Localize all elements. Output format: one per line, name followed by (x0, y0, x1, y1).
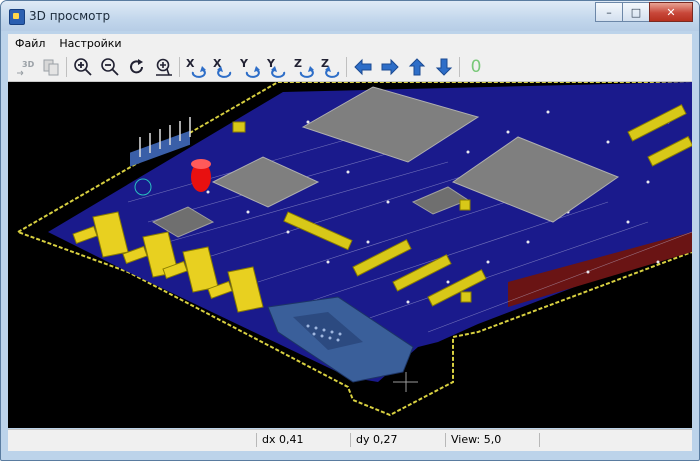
window-controls: – □ ✕ (595, 2, 693, 22)
svg-text:Y: Y (239, 57, 249, 70)
svg-text:Z: Z (294, 57, 302, 70)
title-bar[interactable]: 3D просмотр – □ ✕ (1, 1, 699, 31)
origin-crosshair (393, 372, 418, 392)
toolbar-separator (66, 56, 67, 77)
status-dx: dx 0,41 (256, 433, 303, 447)
copy-icon[interactable] (40, 56, 62, 78)
rotate-x-neg-icon[interactable]: X (212, 56, 234, 78)
maximize-button[interactable]: □ (622, 2, 650, 22)
rotate-z-neg-icon[interactable]: Z (320, 56, 342, 78)
svg-text:X: X (186, 57, 195, 70)
status-divider (539, 433, 545, 447)
rotate-z-pos-icon[interactable]: Z (293, 56, 315, 78)
rotate-y-neg-icon[interactable]: Y (266, 56, 288, 78)
pan-right-icon[interactable] (379, 56, 401, 78)
toolbar-separator (459, 56, 460, 77)
menu-bar: Файл Настройки (8, 34, 692, 52)
pan-up-icon[interactable] (406, 56, 428, 78)
zoom-in-icon[interactable] (72, 56, 94, 78)
3d-viewport[interactable] (8, 82, 692, 428)
minimize-button[interactable]: – (595, 2, 623, 22)
window-title: 3D просмотр (29, 9, 111, 23)
zoom-fit-icon[interactable] (153, 56, 175, 78)
status-view: View: 5,0 (445, 433, 501, 447)
redraw-icon[interactable] (126, 56, 148, 78)
status-dy: dy 0,27 (350, 433, 397, 447)
menu-file[interactable]: Файл (8, 37, 52, 50)
pan-left-icon[interactable] (352, 56, 374, 78)
app-window: 3D просмотр – □ ✕ Файл Настройки 3D X X … (0, 0, 700, 461)
toolbar: 3D X X Y Y Z Z 0 (8, 52, 692, 82)
rotate-y-pos-icon[interactable]: Y (239, 56, 261, 78)
status-bar: dx 0,41 dy 0,27 View: 5,0 (8, 429, 692, 451)
rotate-x-pos-icon[interactable]: X (185, 56, 207, 78)
pan-down-icon[interactable] (433, 56, 455, 78)
pcb-3d-render (15, 82, 692, 417)
toolbar-separator (346, 56, 347, 77)
svg-text:3D: 3D (22, 60, 34, 69)
menu-settings[interactable]: Настройки (52, 37, 128, 50)
3d-view-icon[interactable]: 3D (13, 56, 35, 78)
ortho-icon[interactable]: 0 (465, 56, 487, 78)
app-icon (9, 9, 25, 25)
close-button[interactable]: ✕ (649, 2, 693, 22)
toolbar-separator (179, 56, 180, 77)
zoom-out-icon[interactable] (99, 56, 121, 78)
